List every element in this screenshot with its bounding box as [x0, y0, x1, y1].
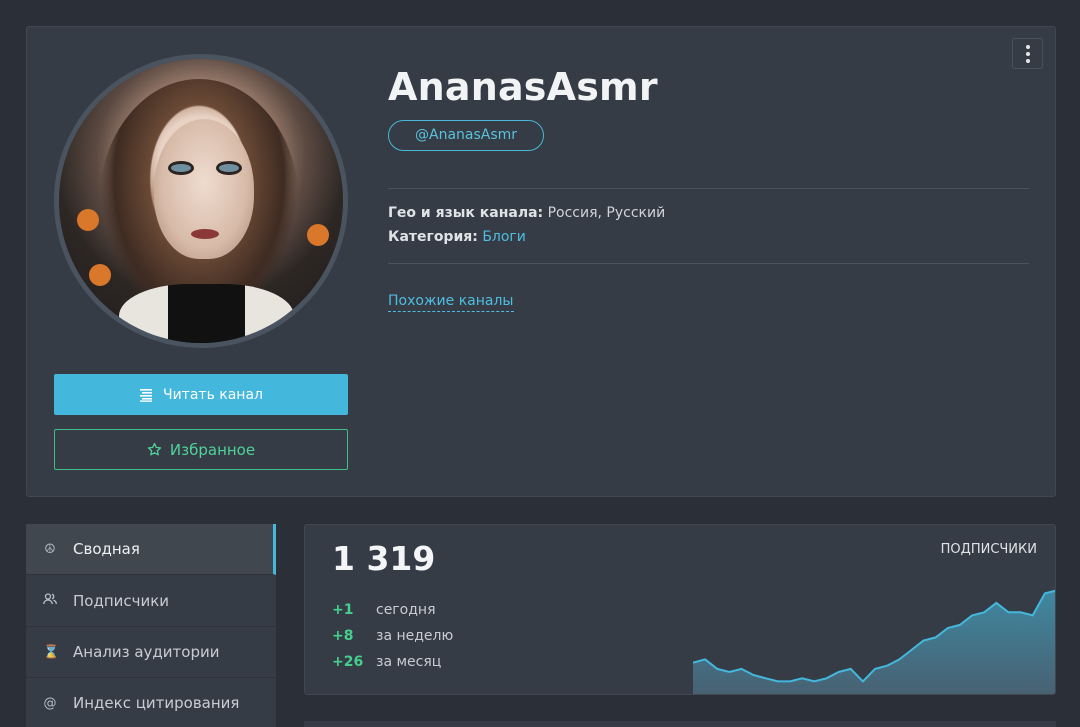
sidebar-item-label: Сводная: [73, 540, 140, 558]
newspaper-icon: [139, 388, 152, 402]
divider: [388, 188, 1029, 189]
sidebar-nav: ☮ Сводная Подписчики ⌛ Анализ аудитории …: [26, 524, 276, 727]
channel-title: AnanasAsmr: [388, 65, 658, 109]
category-link[interactable]: Блоги: [482, 229, 526, 245]
star-icon: [147, 442, 162, 456]
delta-label: за неделю: [376, 628, 454, 644]
more-vertical-icon: [1025, 44, 1030, 49]
hourglass-icon: ⌛: [43, 644, 60, 660]
category-row: Категория: Блоги: [388, 229, 526, 245]
favorite-label: Избранное: [169, 440, 256, 459]
delta-value: +1: [332, 602, 354, 618]
channel-profile-card: AnanasAsmr @AnanasAsmr Гео и язык канала…: [26, 26, 1056, 497]
delta-label: за месяц: [376, 654, 442, 670]
delta-week: +8 за неделю: [332, 628, 453, 644]
similar-channels-link[interactable]: Похожие каналы: [388, 293, 514, 312]
subscribers-stats-card: 1 319 ПОДПИСЧИКИ +1 сегодня +8 за неделю…: [304, 524, 1056, 695]
delta-today: +1 сегодня: [332, 602, 436, 618]
sidebar-item-citation-index[interactable]: @ Индекс цитирования: [26, 678, 276, 727]
delta-month: +26 за месяц: [332, 654, 441, 670]
geo-label: Гео и язык канала:: [388, 205, 544, 221]
subscribers-label: ПОДПИСЧИКИ: [940, 542, 1037, 557]
sidebar-item-label: Подписчики: [73, 592, 170, 610]
delta-value: +8: [332, 628, 354, 644]
sidebar-item-subscribers[interactable]: Подписчики: [26, 576, 276, 627]
category-label: Категория:: [388, 229, 478, 245]
read-channel-button[interactable]: Читать канал: [54, 374, 348, 415]
subscriber-count: 1 319: [332, 539, 436, 578]
geo-language-row: Гео и язык канала: Россия, Русский: [388, 205, 665, 221]
next-card-edge: [304, 721, 1056, 727]
divider: [388, 263, 1029, 264]
channel-handle[interactable]: @AnanasAsmr: [388, 120, 545, 151]
sidebar-item-summary[interactable]: ☮ Сводная: [26, 524, 276, 575]
at-icon: @: [43, 695, 57, 711]
peace-icon: ☮: [44, 541, 56, 557]
subscribers-sparkline-chart: [693, 589, 1055, 694]
sidebar-item-audience-analysis[interactable]: ⌛ Анализ аудитории: [26, 627, 276, 678]
favorite-button[interactable]: Избранное: [54, 429, 348, 470]
delta-value: +26: [332, 654, 364, 670]
geo-value: Россия, Русский: [547, 205, 666, 221]
sidebar-item-label: Анализ аудитории: [73, 643, 220, 661]
more-menu-button[interactable]: [1012, 38, 1043, 69]
delta-label: сегодня: [376, 602, 436, 618]
channel-avatar: [54, 54, 348, 348]
users-icon: [43, 593, 57, 609]
sidebar-item-label: Индекс цитирования: [73, 694, 240, 712]
read-channel-label: Читать канал: [162, 386, 263, 403]
